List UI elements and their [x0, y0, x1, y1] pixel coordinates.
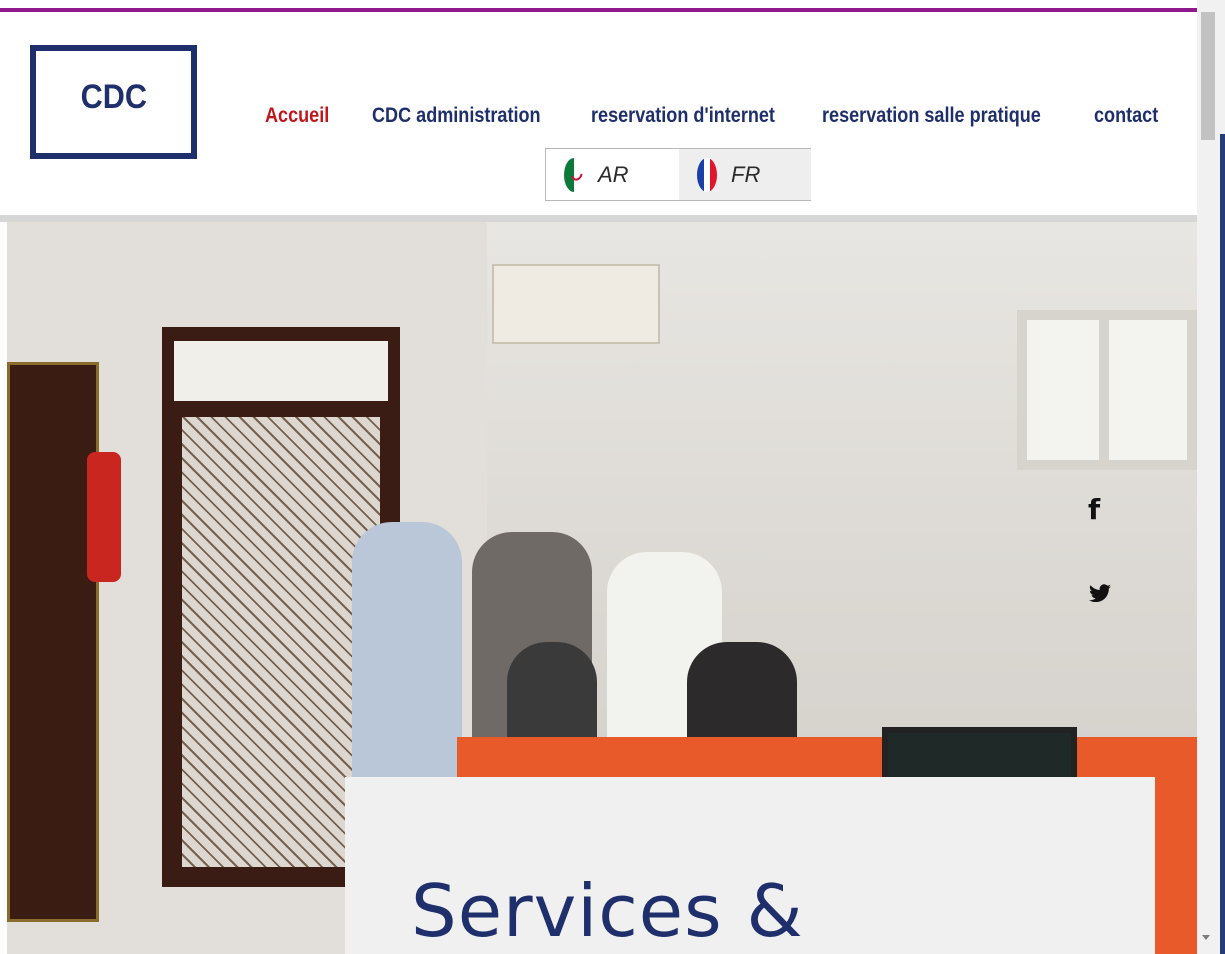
nav-item-contact[interactable]: contact: [1094, 104, 1158, 128]
fire-extinguisher: [87, 452, 121, 582]
nav-item-reservation-internet[interactable]: reservation d'internet: [591, 104, 775, 128]
scroll-down-icon[interactable]: [1202, 935, 1210, 940]
scrollbar-thumb[interactable]: [1201, 12, 1215, 140]
air-conditioner: [492, 264, 660, 344]
site-header: CDC Accueil CDC administration reservati…: [0, 12, 1197, 216]
window: [1017, 310, 1197, 470]
language-option-fr[interactable]: FR: [679, 149, 811, 200]
facebook-icon[interactable]: f: [1088, 493, 1100, 526]
cabinet: [7, 362, 99, 922]
hero-card: Services &: [345, 777, 1155, 954]
language-label-ar: AR: [598, 161, 629, 187]
nav-item-reservation-salle-pratique[interactable]: reservation salle pratique: [822, 104, 1041, 128]
twitter-icon[interactable]: [1088, 584, 1112, 606]
language-label-fr: FR: [731, 161, 761, 187]
nav-item-cdc-administration[interactable]: CDC administration: [372, 104, 541, 128]
france-flag-icon: [697, 157, 717, 192]
language-switcher: AR FR: [545, 148, 811, 201]
header-divider: [0, 215, 1197, 222]
hero-card-title: Services &: [411, 869, 804, 953]
algeria-flag-icon: [564, 157, 584, 192]
nav-item-accueil[interactable]: Accueil: [265, 104, 329, 128]
vertical-scrollbar[interactable]: [1197, 0, 1225, 954]
logo-text: CDC: [80, 77, 147, 116]
language-option-ar[interactable]: AR: [546, 149, 679, 200]
site-logo[interactable]: CDC: [30, 45, 197, 159]
